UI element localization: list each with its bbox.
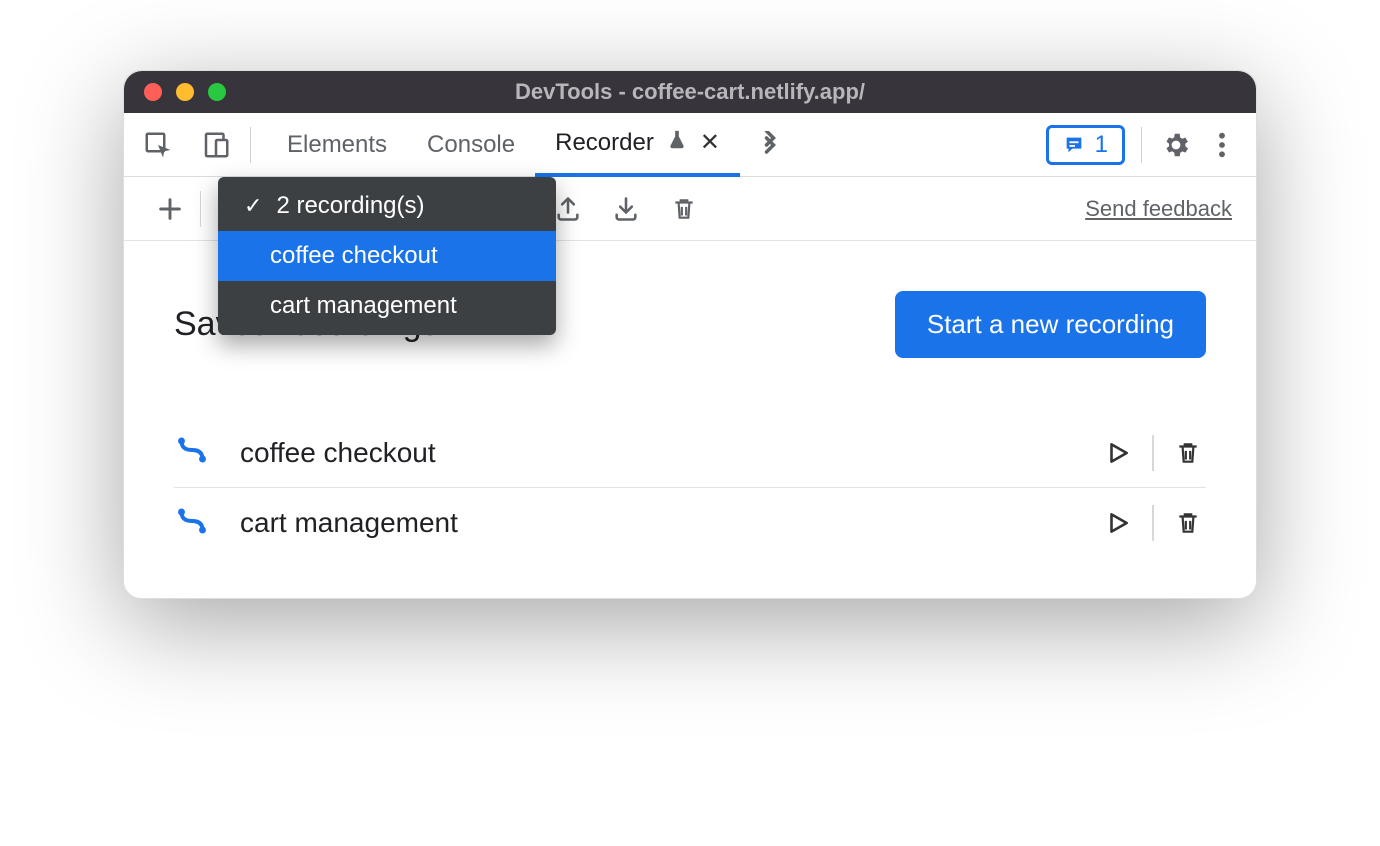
flask-icon: [666, 129, 688, 158]
import-icon[interactable]: [604, 195, 648, 223]
window-close-dot[interactable]: [144, 83, 162, 101]
window-title: DevTools - coffee-cart.netlify.app/: [515, 79, 865, 105]
devtools-window: DevTools - coffee-cart.netlify.app/ Elem…: [123, 70, 1257, 599]
tab-console-label: Console: [427, 131, 515, 159]
dropdown-header-label: 2 recording(s): [276, 192, 424, 220]
recording-label: coffee checkout: [240, 437, 1070, 469]
recordings-dropdown: 2 recording(s) coffee checkout cart mana…: [218, 177, 556, 335]
dropdown-item-label: cart management: [270, 292, 457, 320]
devtools-tabstrip: Elements Console Recorder ✕: [124, 113, 1256, 177]
play-recording-icon[interactable]: [1100, 435, 1136, 471]
dropdown-item-coffee-checkout[interactable]: coffee checkout: [218, 231, 556, 281]
more-tabs-icon[interactable]: [752, 127, 788, 163]
start-new-recording-button[interactable]: Start a new recording: [895, 291, 1206, 358]
recording-label: cart management: [240, 507, 1070, 539]
recordings-list: coffee checkout: [174, 418, 1206, 558]
issues-pill[interactable]: 1: [1046, 125, 1125, 165]
inspect-element-icon[interactable]: [140, 127, 176, 163]
recording-row[interactable]: cart management: [174, 488, 1206, 558]
window-zoom-dot[interactable]: [208, 83, 226, 101]
delete-recording-icon[interactable]: [1170, 435, 1206, 471]
dropdown-header[interactable]: 2 recording(s): [218, 181, 556, 231]
tab-elements-label: Elements: [287, 131, 387, 159]
kebab-menu-icon[interactable]: [1204, 127, 1240, 163]
tab-elements[interactable]: Elements: [267, 113, 407, 177]
recording-row[interactable]: coffee checkout: [174, 418, 1206, 488]
close-tab-icon[interactable]: ✕: [700, 131, 720, 155]
tab-recorder[interactable]: Recorder ✕: [535, 113, 740, 177]
recorder-toolbar: Send feedback 2 recording(s) coffee chec…: [124, 177, 1256, 241]
speech-bubble-icon: [1063, 134, 1085, 156]
delete-icon[interactable]: [662, 196, 706, 222]
send-feedback-link[interactable]: Send feedback: [1085, 196, 1232, 222]
titlebar: DevTools - coffee-cart.netlify.app/: [124, 71, 1256, 113]
new-recording-icon[interactable]: [148, 195, 192, 223]
play-recording-icon[interactable]: [1100, 505, 1136, 541]
dropdown-item-label: coffee checkout: [270, 242, 438, 270]
settings-gear-icon[interactable]: [1158, 127, 1194, 163]
flow-icon: [174, 432, 210, 473]
window-minimize-dot[interactable]: [176, 83, 194, 101]
issues-count: 1: [1095, 131, 1108, 159]
flow-icon: [174, 503, 210, 544]
dropdown-item-cart-management[interactable]: cart management: [218, 281, 556, 331]
tab-recorder-label: Recorder: [555, 129, 654, 157]
delete-recording-icon[interactable]: [1170, 505, 1206, 541]
tab-console[interactable]: Console: [407, 113, 535, 177]
device-toolbar-icon[interactable]: [198, 127, 234, 163]
